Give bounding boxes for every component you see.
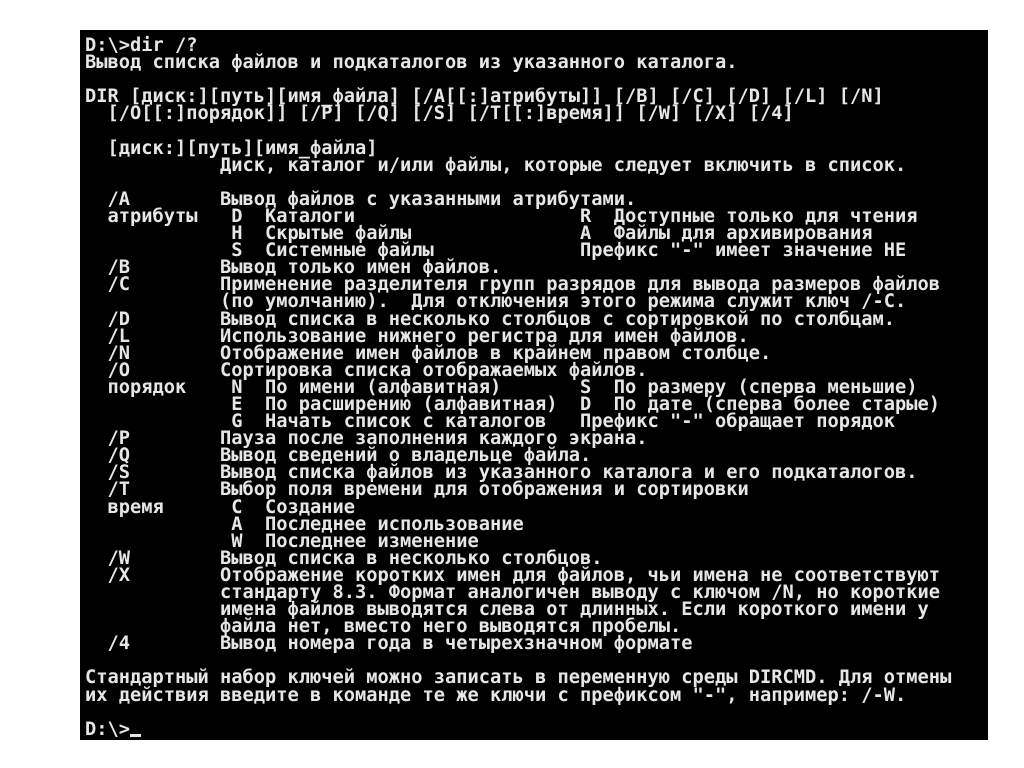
console-line: /T Выбор поля времени для отображения и … <box>85 479 749 501</box>
console-line: [/O[[:]порядок]] [/P] [/Q] [/S] [/T[[:]в… <box>85 103 794 125</box>
console-window[interactable]: D:\>dir /? Вывод списка файлов и подкатал… <box>80 30 988 740</box>
console-line: Диск, каталог и/или файлы, которые следу… <box>85 154 907 176</box>
console-output: D:\>dir /? Вывод списка файлов и подкатал… <box>85 36 952 740</box>
prompt-text: D:\> <box>85 718 131 740</box>
console-line: их действия введите в команде те же ключ… <box>85 684 907 706</box>
console-line: Вывод списка файлов и подкаталогов из ук… <box>85 52 738 74</box>
console-line: (по умолчанию). Для отключения этого реж… <box>85 291 907 313</box>
command-prompt[interactable]: D:\> <box>85 718 951 740</box>
console-line: /4 Вывод номера года в четырехзначном фо… <box>85 633 693 655</box>
text-cursor <box>130 733 142 737</box>
console-line: Стандартный набор ключей можно записать … <box>85 667 952 689</box>
